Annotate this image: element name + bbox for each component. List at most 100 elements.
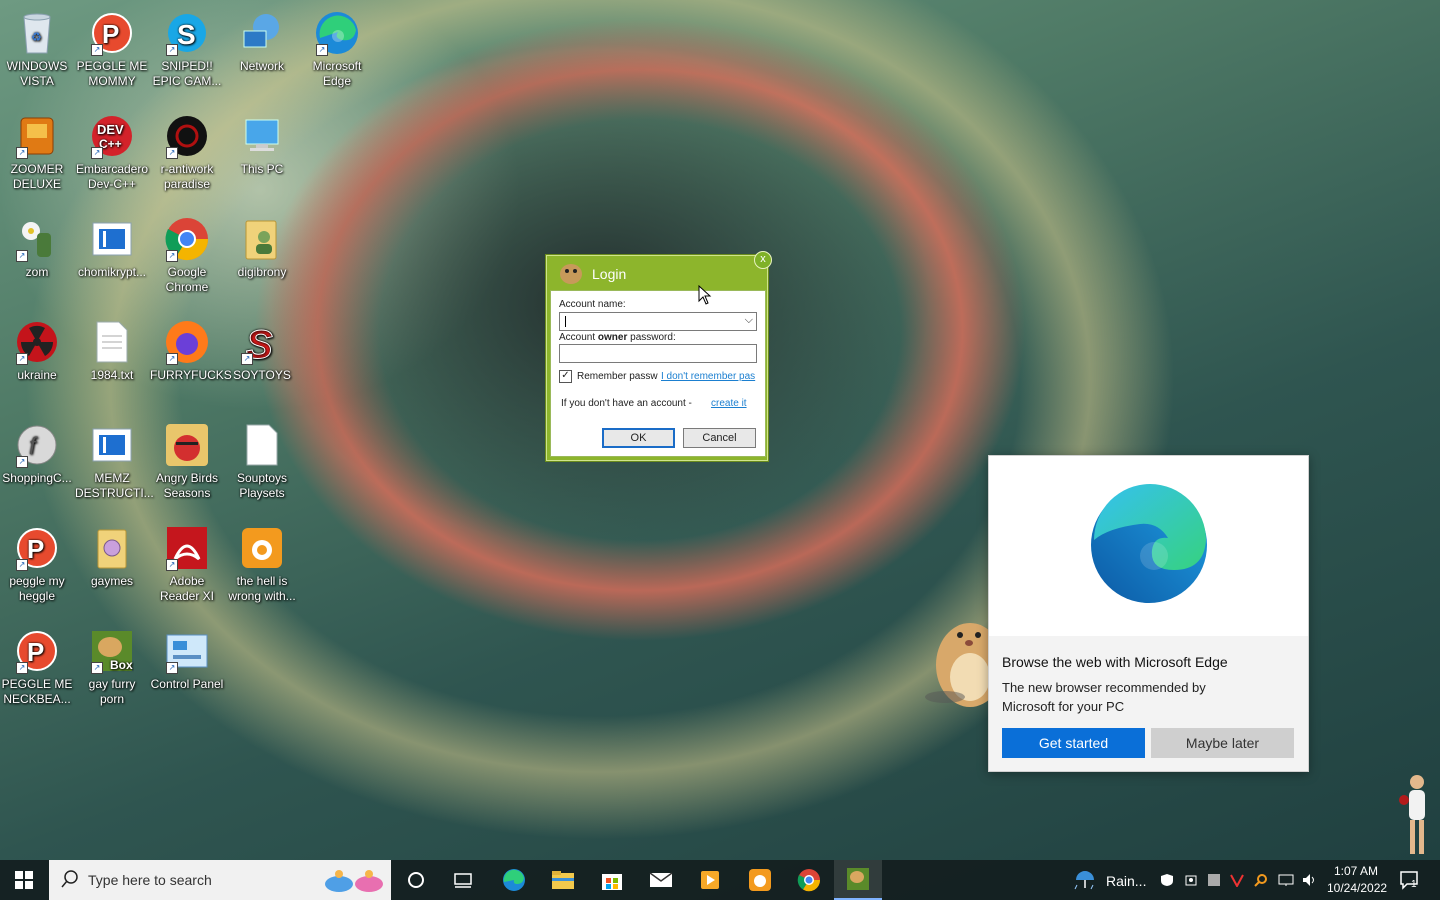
- desktop-icon-label: 1984.txt: [90, 368, 134, 382]
- desktop-icon-network[interactable]: Network: [225, 6, 299, 74]
- hamster-box-icon: Box ↗: [89, 628, 135, 674]
- edge-promo-title: Browse the web with Microsoft Edge: [1002, 654, 1228, 670]
- start-button[interactable]: [0, 860, 48, 900]
- clock-date[interactable]: 10/24/2022: [1327, 881, 1387, 895]
- svg-text:P: P: [27, 534, 44, 564]
- shortcut-arrow-icon: ↗: [91, 44, 103, 56]
- antivirus-v-icon[interactable]: [1228, 860, 1246, 900]
- defender-icon[interactable]: [1158, 860, 1176, 900]
- chrome-icon: ↗: [164, 216, 210, 262]
- password-field[interactable]: [559, 344, 757, 363]
- taskbar-hamster-box-button[interactable]: [834, 860, 882, 900]
- mouse-cursor-icon: [698, 284, 712, 310]
- cortana-button[interactable]: [396, 860, 436, 900]
- hamster-tray-icon[interactable]: [1205, 860, 1223, 900]
- desktop-icon-r-antiwork[interactable]: ↗ r-antiwork paradise: [150, 109, 224, 192]
- svg-text:Box: Box: [110, 658, 133, 672]
- forgot-password-link[interactable]: I don't remember pas: [661, 371, 755, 382]
- desktop-icon-embarcadero[interactable]: DEV C++ ↗ Embarcadero Dev-C++: [75, 109, 149, 192]
- desktop-icon-label: This PC: [240, 162, 284, 176]
- desktop-icon-zom[interactable]: ↗ zom: [0, 212, 74, 280]
- taskbar-file-explorer-button[interactable]: [543, 860, 583, 900]
- desktop-icon-shoppingc[interactable]: f ↗ ShoppingC...: [0, 418, 74, 486]
- uc-browser-icon: [239, 525, 285, 571]
- devcpp-icon: DEV C++ ↗: [89, 113, 135, 159]
- desktop-icon-adobe-reader[interactable]: ↗ Adobe Reader XI: [150, 521, 224, 604]
- desktop-icon-microsoft-edge[interactable]: ↗ Microsoft Edge: [300, 6, 374, 89]
- chevron-down-icon[interactable]: ⌵: [745, 314, 753, 327]
- desktop-icon-peggle-me-neckbea[interactable]: P ↗ PEGGLE ME NECKBEA...: [0, 624, 74, 707]
- folder-user-icon: [239, 216, 285, 262]
- shortcut-arrow-icon: ↗: [16, 353, 28, 365]
- desktop-icon-ukraine[interactable]: ↗ ukraine: [0, 315, 74, 383]
- notification-center-button[interactable]: [1394, 860, 1424, 900]
- desktop-icon-soytoys[interactable]: S ↗ SOYTOYS: [225, 315, 299, 383]
- desktop-icon-windows-vista[interactable]: ♻ WINDOWS VISTA: [0, 6, 74, 89]
- desktop-buddy-figure[interactable]: [1397, 772, 1437, 860]
- desktop-icon-peggle-my-heggle[interactable]: P ↗ peggle my heggle: [0, 521, 74, 604]
- desktop-icon-label: WINDOWS VISTA: [6, 59, 68, 88]
- get-started-button[interactable]: Get started: [1002, 728, 1145, 758]
- search-tray-icon[interactable]: [1252, 860, 1270, 900]
- desktop-icon-sniped[interactable]: S ↗ SNIPED!! EPIC GAM...: [150, 6, 224, 89]
- desktop-icon-memz[interactable]: MEMZ DESTRUCTI...: [75, 418, 154, 501]
- account-name-combobox[interactable]: ⌵: [559, 312, 757, 331]
- desktop-icon-zoomer-deluxe[interactable]: ↗ ZOOMER DELUXE: [0, 109, 74, 192]
- network-icon: [239, 10, 285, 56]
- desktop-icon-furryfucks[interactable]: ↗ FURRYFUCKS: [150, 315, 232, 383]
- desktop-icon-1984-txt[interactable]: 1984.txt: [75, 315, 149, 383]
- desktop-icon-gaymes[interactable]: gaymes: [75, 521, 149, 589]
- store-icon: [602, 874, 622, 890]
- taskbar-store-button[interactable]: [592, 860, 632, 900]
- notification-count: 1: [1411, 879, 1417, 890]
- remember-checkbox[interactable]: ✓: [559, 370, 572, 383]
- taskbar-media-button[interactable]: [690, 860, 730, 900]
- ok-button[interactable]: OK: [602, 428, 675, 448]
- control-panel-icon: ↗: [164, 628, 210, 674]
- shortcut-arrow-icon: ↗: [91, 662, 103, 674]
- svg-text:S: S: [177, 19, 196, 50]
- search-highlight-icon: [317, 864, 389, 899]
- weather-text[interactable]: Rain...: [1106, 873, 1146, 889]
- edge-promo-card: Browse the web with Microsoft Edge The n…: [988, 455, 1309, 772]
- search-icon: [61, 870, 79, 891]
- desktop-icon-gay-furry-porn[interactable]: Box ↗ gay furry porn: [75, 624, 149, 707]
- svg-text:♻: ♻: [31, 30, 42, 44]
- password-label-prefix: Account: [559, 332, 598, 343]
- weather-icon[interactable]: [1070, 860, 1100, 900]
- login-body: Account name: ⌵ Account owner password: …: [550, 290, 766, 457]
- desktop-icon-google-chrome[interactable]: ↗ Google Chrome: [150, 212, 224, 295]
- close-icon[interactable]: x: [754, 251, 772, 269]
- desktop-icon-angry-birds[interactable]: Angry Birds Seasons: [150, 418, 224, 501]
- task-view-button[interactable]: [443, 860, 483, 900]
- network-tray-icon[interactable]: [1276, 860, 1296, 900]
- edge-icon: [503, 869, 525, 891]
- shortcut-arrow-icon: ↗: [166, 44, 178, 56]
- remember-label: Remember passw: [577, 371, 658, 382]
- desktop-icon-chomikrypt[interactable]: chomikrypt...: [75, 212, 149, 280]
- vpn-icon[interactable]: [1182, 860, 1200, 900]
- taskbar-uc-browser-button[interactable]: [740, 860, 780, 900]
- desktop-icon-label: r-antiwork paradise: [160, 162, 214, 191]
- desktop-icon-souptoys[interactable]: Souptoys Playsets: [225, 418, 299, 501]
- taskbar-mail-button[interactable]: [641, 860, 681, 900]
- search-placeholder: Type here to search: [88, 872, 212, 888]
- desktop-icon-digibrony[interactable]: digibrony: [225, 212, 299, 280]
- taskbar-chrome-button[interactable]: [789, 860, 829, 900]
- svg-text:DEV: DEV: [97, 122, 124, 137]
- taskbar-edge-button[interactable]: [494, 860, 534, 900]
- folder-icon: [89, 525, 135, 571]
- clock-time[interactable]: 1:07 AM: [1334, 864, 1378, 878]
- desktop-icon-this-pc[interactable]: This PC: [225, 109, 299, 177]
- peggle-icon: P ↗: [89, 10, 135, 56]
- volume-icon[interactable]: [1300, 860, 1320, 900]
- taskbar-search-box[interactable]: Type here to search: [49, 860, 391, 900]
- create-account-link[interactable]: create it: [711, 398, 747, 409]
- desktop-icon-the-hell-is-wrong[interactable]: the hell is wrong with...: [225, 521, 299, 604]
- cancel-button[interactable]: Cancel: [683, 428, 756, 448]
- desktop-icon-control-panel[interactable]: ↗ Control Panel: [150, 624, 224, 692]
- firefox-icon: ↗: [164, 319, 210, 365]
- desktop-icon-peggle-me-mommy[interactable]: P ↗ PEGGLE ME MOMMY: [75, 6, 149, 89]
- maybe-later-button[interactable]: Maybe later: [1151, 728, 1294, 758]
- desktop-icon-label: Embarcadero Dev-C++: [75, 162, 149, 191]
